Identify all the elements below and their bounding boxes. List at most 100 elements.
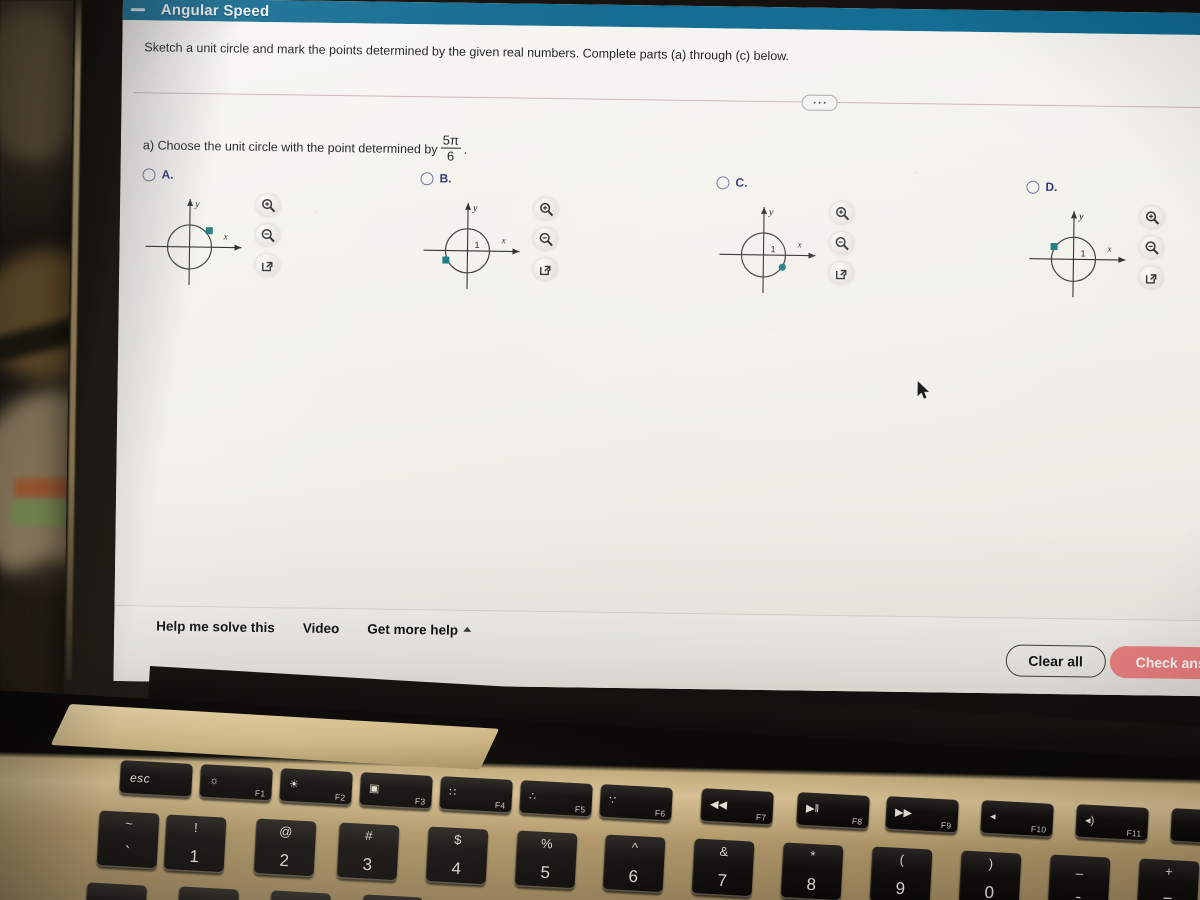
key-backtick-label: ` [123, 842, 131, 863]
svg-text:x: x [223, 231, 228, 241]
choice-d-tools [1139, 206, 1165, 289]
key-f8[interactable]: ▶‖ F8 [796, 792, 870, 830]
zoom-in-icon[interactable] [829, 201, 855, 225]
key-minus[interactable]: _ - [1047, 854, 1111, 900]
dot-2 [818, 101, 821, 105]
key-f1-label: F1 [254, 788, 266, 799]
key-f8-label: F8 [851, 816, 863, 827]
key-equals[interactable]: + = [1136, 858, 1200, 900]
unit-circle-plot-d: y x 1 [1025, 201, 1136, 303]
part-a-label: a) Choose the unit circle with the point… [142, 137, 438, 156]
key-f6[interactable]: ∵ F6 [599, 784, 673, 822]
keyboard-backlight-down-icon: ∴ [528, 790, 537, 803]
key-f3[interactable]: ▣ F3 [359, 772, 433, 810]
zoom-out-icon[interactable] [829, 231, 854, 255]
key-f10[interactable]: ◂ F10 [980, 800, 1054, 838]
get-more-help-link[interactable]: Get more help [367, 621, 472, 638]
part-a-question: a) Choose the unit circle with the point… [143, 130, 468, 164]
zoom-out-icon[interactable] [1139, 236, 1164, 259]
minimize-icon[interactable] [130, 7, 145, 11]
key-f2[interactable]: ☀ F2 [279, 768, 353, 806]
key-8[interactable]: * 8 [780, 842, 844, 900]
open-in-new-window-icon[interactable] [533, 257, 558, 281]
help-me-solve-this-link[interactable]: Help me solve this [156, 619, 275, 636]
key-2-label: 2 [279, 850, 290, 871]
key-f3-label: F3 [414, 796, 426, 807]
key-f2-label: F2 [334, 792, 346, 803]
radio-button-b[interactable] [420, 171, 434, 185]
key-f11-label: F11 [1126, 827, 1142, 839]
unit-circle-svg-a: y x [145, 198, 242, 285]
key-8-shift-label: * [809, 847, 816, 864]
key-f1[interactable]: ☼ F1 [199, 764, 273, 802]
key-row2-q[interactable] [176, 886, 240, 900]
zoom-out-icon[interactable] [255, 223, 280, 247]
launchpad-icon: ∷ [448, 786, 457, 799]
key-3-shift-label: # [364, 827, 373, 844]
key-f12[interactable] [1170, 808, 1200, 846]
key-f9-label: F9 [940, 820, 952, 831]
section-divider [133, 92, 1200, 109]
zoom-out-icon[interactable] [533, 227, 558, 251]
screenshot-stage: Angular Speed Sketch a unit circle and m… [0, 0, 1200, 900]
key-row2-tab[interactable] [84, 882, 148, 900]
check-answer-button[interactable]: Check answer [1109, 645, 1200, 680]
key-esc[interactable]: esc [119, 760, 193, 798]
svg-text:y: y [1078, 211, 1084, 222]
answer-choice-c[interactable]: C. y x 1 [715, 174, 855, 298]
open-in-new-window-icon[interactable] [829, 261, 854, 285]
key-equals-shift-label: + [1164, 863, 1174, 880]
key-f11[interactable]: ◂) F11 [1075, 804, 1149, 842]
key-f7[interactable]: ◀◀ F7 [700, 788, 774, 826]
key-4[interactable]: $ 4 [425, 826, 489, 886]
key-f9[interactable]: ▶▶ F9 [885, 796, 959, 834]
key-1[interactable]: ! 1 [163, 814, 227, 874]
open-in-new-window-icon[interactable] [1139, 266, 1164, 289]
key-f6-label: F6 [654, 808, 666, 819]
more-options-button[interactable] [801, 94, 838, 111]
radio-button-d[interactable] [1026, 180, 1040, 194]
video-link[interactable]: Video [303, 621, 340, 637]
zoom-in-icon[interactable] [1139, 206, 1165, 229]
open-in-new-window-icon[interactable] [255, 253, 280, 277]
fraction-5pi-over-6: 5π 6 [440, 132, 461, 164]
key-4-shift-label: $ [453, 831, 462, 848]
answer-choice-a[interactable]: A. y x [141, 166, 281, 290]
answer-choice-d[interactable]: D. y x 1 [1025, 179, 1165, 303]
choice-c-header[interactable]: C. [716, 174, 854, 192]
key-7-shift-label: & [719, 843, 729, 860]
key-6-shift-label: ^ [631, 839, 639, 856]
key-minus-shift-label: _ [1075, 859, 1084, 876]
zoom-in-icon[interactable] [255, 193, 281, 217]
brightness-down-icon: ☼ [208, 774, 220, 788]
key-esc-label: esc [129, 770, 151, 786]
key-7[interactable]: & 7 [691, 838, 755, 898]
key-9[interactable]: ( 9 [869, 846, 933, 900]
radio-button-c[interactable] [716, 175, 730, 189]
choice-b-header[interactable]: B. [420, 170, 558, 188]
key-backtick[interactable]: ~ ` [96, 810, 160, 870]
key-5[interactable]: % 5 [514, 830, 578, 890]
laptop-screen: Angular Speed Sketch a unit circle and m… [113, 0, 1200, 697]
key-1-label: 1 [189, 846, 200, 867]
fraction-numerator: 5π [442, 132, 459, 148]
answer-choice-b[interactable]: B. y x 1 [419, 170, 559, 294]
key-f5[interactable]: ∴ F5 [519, 780, 593, 818]
key-9-shift-label: ( [899, 851, 905, 868]
radio-button-a[interactable] [142, 167, 156, 181]
key-f5-label: F5 [574, 804, 586, 815]
key-0[interactable]: ) 0 [958, 850, 1022, 900]
fast-forward-icon: ▶▶ [894, 806, 913, 820]
choice-d-header[interactable]: D. [1026, 179, 1164, 197]
choice-a-header[interactable]: A. [142, 166, 280, 184]
key-3[interactable]: # 3 [336, 822, 400, 882]
key-2[interactable]: @ 2 [253, 818, 317, 878]
clear-all-button[interactable]: Clear all [1005, 644, 1107, 678]
key-6[interactable]: ^ 6 [602, 834, 666, 894]
help-me-solve-this-label: Help me solve this [156, 618, 275, 636]
unit-circle-svg-c: y x 1 [719, 206, 816, 293]
zoom-in-icon[interactable] [533, 197, 559, 221]
chevron-up-icon [463, 626, 472, 632]
key-equals-label: = [1162, 891, 1173, 900]
key-f4[interactable]: ∷ F4 [439, 776, 513, 814]
